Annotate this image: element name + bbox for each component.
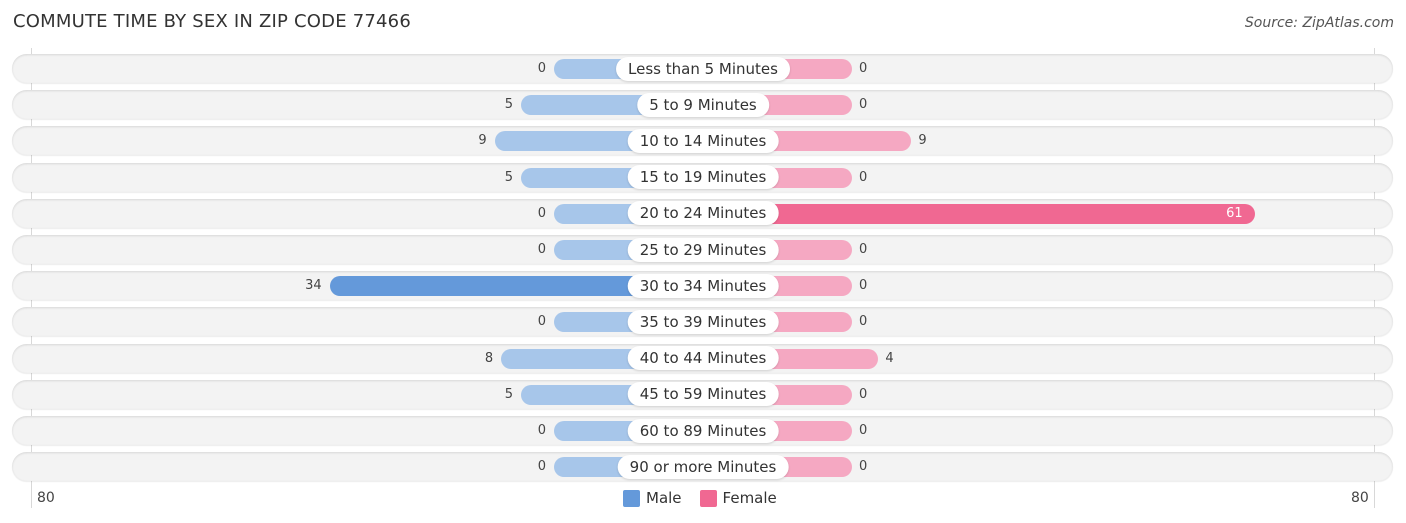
axis-left-label: 80 [37,490,55,506]
value-label-male: 0 [537,205,546,221]
category-label: 45 to 59 Minutes [627,382,779,407]
value-label-male: 0 [537,423,546,438]
value-label-male: 0 [537,459,546,475]
axis-right-label: 80 [1351,490,1369,506]
value-label-male: 9 [478,133,487,149]
value-label-female: 0 [859,97,868,113]
legend-swatch-female [699,489,717,507]
value-label-female: 0 [859,278,868,294]
value-label-male: 8 [484,350,494,366]
value-label-female: 0 [859,169,868,185]
legend-label-male: Male [646,489,682,507]
legend-label-female: Female [722,489,777,507]
category-label: 15 to 19 Minutes [627,165,779,190]
value-label-male: 0 [537,314,546,330]
legend-item-female: Female [699,489,777,507]
category-label: 10 to 14 Minutes [627,128,779,153]
source-label: Source: ZipAtlas.com [1244,15,1394,31]
category-label: 20 to 24 Minutes [627,201,779,226]
category-label: 40 to 44 Minutes [627,346,779,371]
value-label-male: 34 [305,278,322,294]
category-label: 5 to 9 Minutes [637,92,769,117]
chart-title: COMMUTE TIME BY SEX IN ZIP CODE 77466 [13,11,411,32]
category-label: 25 to 29 Minutes [627,237,779,262]
category-label: 30 to 34 Minutes [627,273,779,298]
value-label-female: 0 [859,242,868,257]
value-label-female: 61 [1226,205,1243,221]
value-label-female: 9 [918,133,927,149]
category-label: Less than 5 Minutes [616,56,790,81]
legend: Male Female [623,489,795,507]
category-label: 90 or more Minutes [617,454,789,479]
bar-female [703,203,1255,224]
value-label-male: 5 [504,169,513,185]
value-label-male: 5 [504,386,513,402]
category-label: 60 to 89 Minutes [627,418,779,443]
value-label-female: 0 [859,386,868,402]
value-label-male: 0 [537,61,546,76]
legend-item-male: Male [623,489,682,507]
value-label-female: 0 [859,314,868,330]
value-label-female: 0 [859,459,868,475]
value-label-female: 0 [859,423,868,438]
legend-swatch-male [623,489,640,507]
value-label-male: 5 [504,97,513,113]
value-label-female: 0 [859,61,868,76]
category-label: 35 to 39 Minutes [627,309,779,334]
value-label-male: 0 [537,242,546,257]
value-label-female: 4 [885,350,894,366]
